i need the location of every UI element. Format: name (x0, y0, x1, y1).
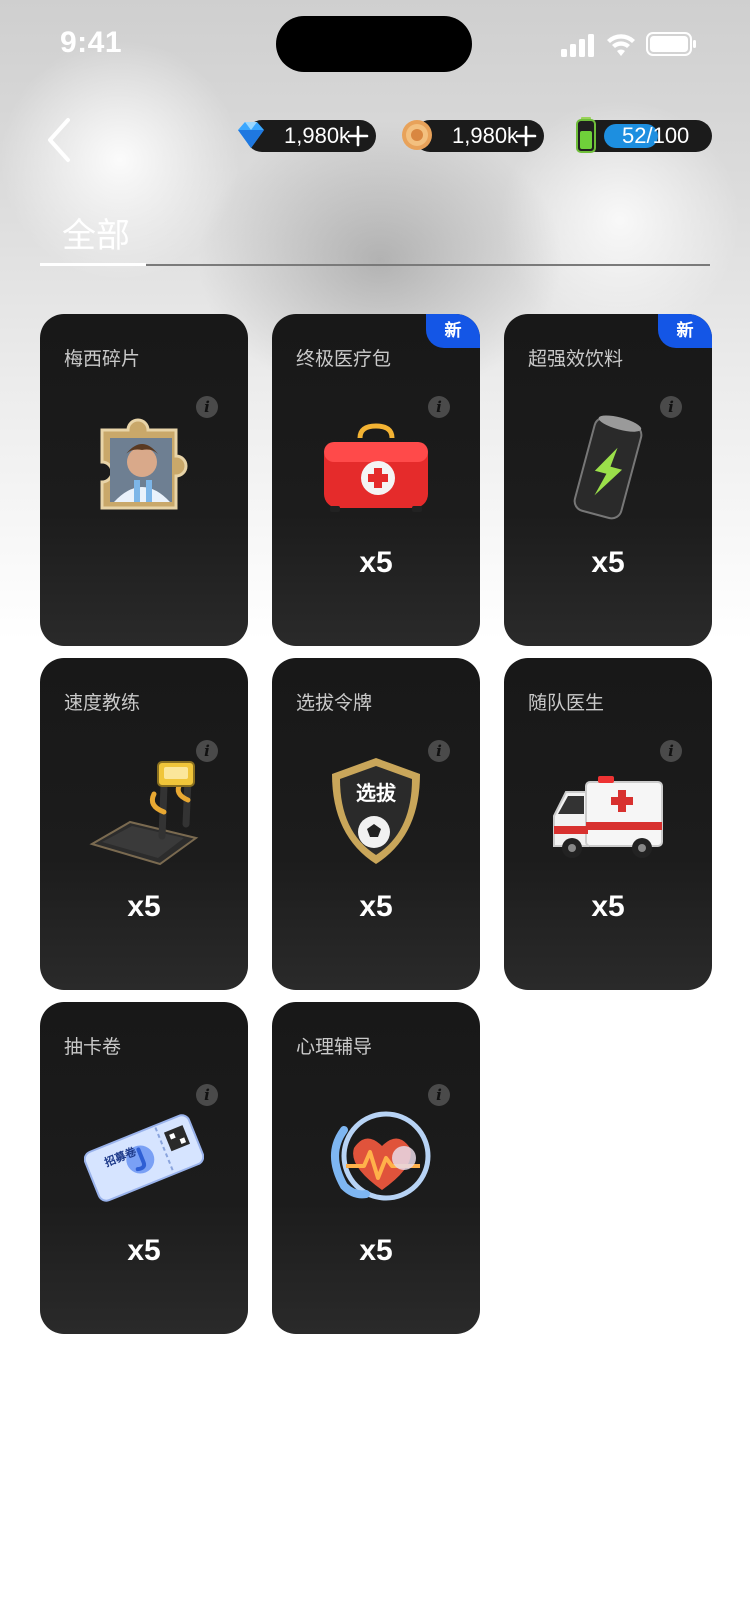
item-quantity: x5 (127, 890, 161, 923)
item-quantity: x5 (591, 890, 625, 923)
item-title: 抽卡卷 (64, 1037, 122, 1058)
back-arrow-icon[interactable] (40, 112, 84, 168)
add-gems-button[interactable] (346, 124, 370, 148)
item-title: 超强效饮料 (528, 349, 624, 370)
gems-counter: 1,980k (238, 120, 376, 152)
item-quantity: x5 (127, 1234, 161, 1267)
selection-shield-icon: 选拔 (332, 758, 420, 864)
item-card-draw-ticket[interactable]: 抽卡卷 i 招募卷 x5 (40, 1002, 248, 1334)
item-title: 速度教练 (64, 693, 141, 714)
add-coins-button[interactable] (514, 124, 538, 148)
item-card-messi-fragment[interactable]: 梅西碎片 i (40, 314, 248, 646)
item-card-speed-coach[interactable]: 速度教练 i x5 (40, 658, 248, 990)
item-title: 心理辅导 (296, 1037, 373, 1058)
gems-value: 1,980k (284, 123, 351, 148)
ambulance-icon (553, 776, 663, 858)
recruit-ticket-icon: 招募卷 (84, 1114, 204, 1202)
new-badge: 新 (658, 314, 712, 348)
item-card-energy-drink[interactable]: 新 超强效饮料 i x5 (504, 314, 712, 646)
item-title: 梅西碎片 (64, 349, 141, 370)
medical-kit-icon (324, 423, 428, 512)
battery-icon (646, 32, 696, 56)
energy-counter: 52/100 (576, 117, 712, 153)
item-card-counseling[interactable]: 心理辅导 i x5 (272, 1002, 480, 1334)
wifi-icon (607, 34, 635, 56)
dynamic-island (276, 16, 472, 72)
tab-active-indicator (40, 263, 146, 266)
tab-all[interactable]: 全部 (62, 208, 130, 257)
coins-counter: 1,980k (402, 120, 544, 152)
item-title: 终极医疗包 (296, 349, 392, 370)
shield-text: 选拔 (356, 781, 397, 805)
heart-monitor-icon (331, 1111, 431, 1201)
item-card-team-doctor[interactable]: 随队医生 i x5 (504, 658, 712, 990)
treadmill-icon (89, 761, 199, 866)
item-title: 随队医生 (528, 693, 605, 714)
item-quantity: x5 (359, 890, 393, 923)
energy-value: 52/100 (622, 123, 690, 148)
coins-value: 1,980k (452, 123, 519, 148)
diamond-icon (238, 122, 264, 148)
energy-drink-icon (573, 415, 643, 520)
puzzle-piece-icon (100, 418, 188, 510)
cellular-signal-icon (561, 34, 594, 57)
status-bar: 9:41 (0, 0, 750, 92)
item-quantity: x5 (359, 1234, 393, 1267)
item-card-medical-kit[interactable]: 新 终极医疗包 i x5 (272, 314, 480, 646)
top-bar: 1,980k 1,980k 52/100 (0, 100, 750, 180)
item-title: 选拔令牌 (296, 693, 373, 714)
battery-energy-icon (576, 117, 596, 153)
category-tabs: 全部 (40, 200, 710, 266)
new-badge: 新 (426, 314, 480, 348)
item-card-selection-token[interactable]: 选拔令牌 i 选拔 x5 (272, 658, 480, 990)
item-quantity: x5 (591, 546, 625, 579)
status-time: 9:41 (60, 26, 123, 59)
item-quantity: x5 (359, 546, 393, 579)
coin-icon (402, 120, 432, 150)
